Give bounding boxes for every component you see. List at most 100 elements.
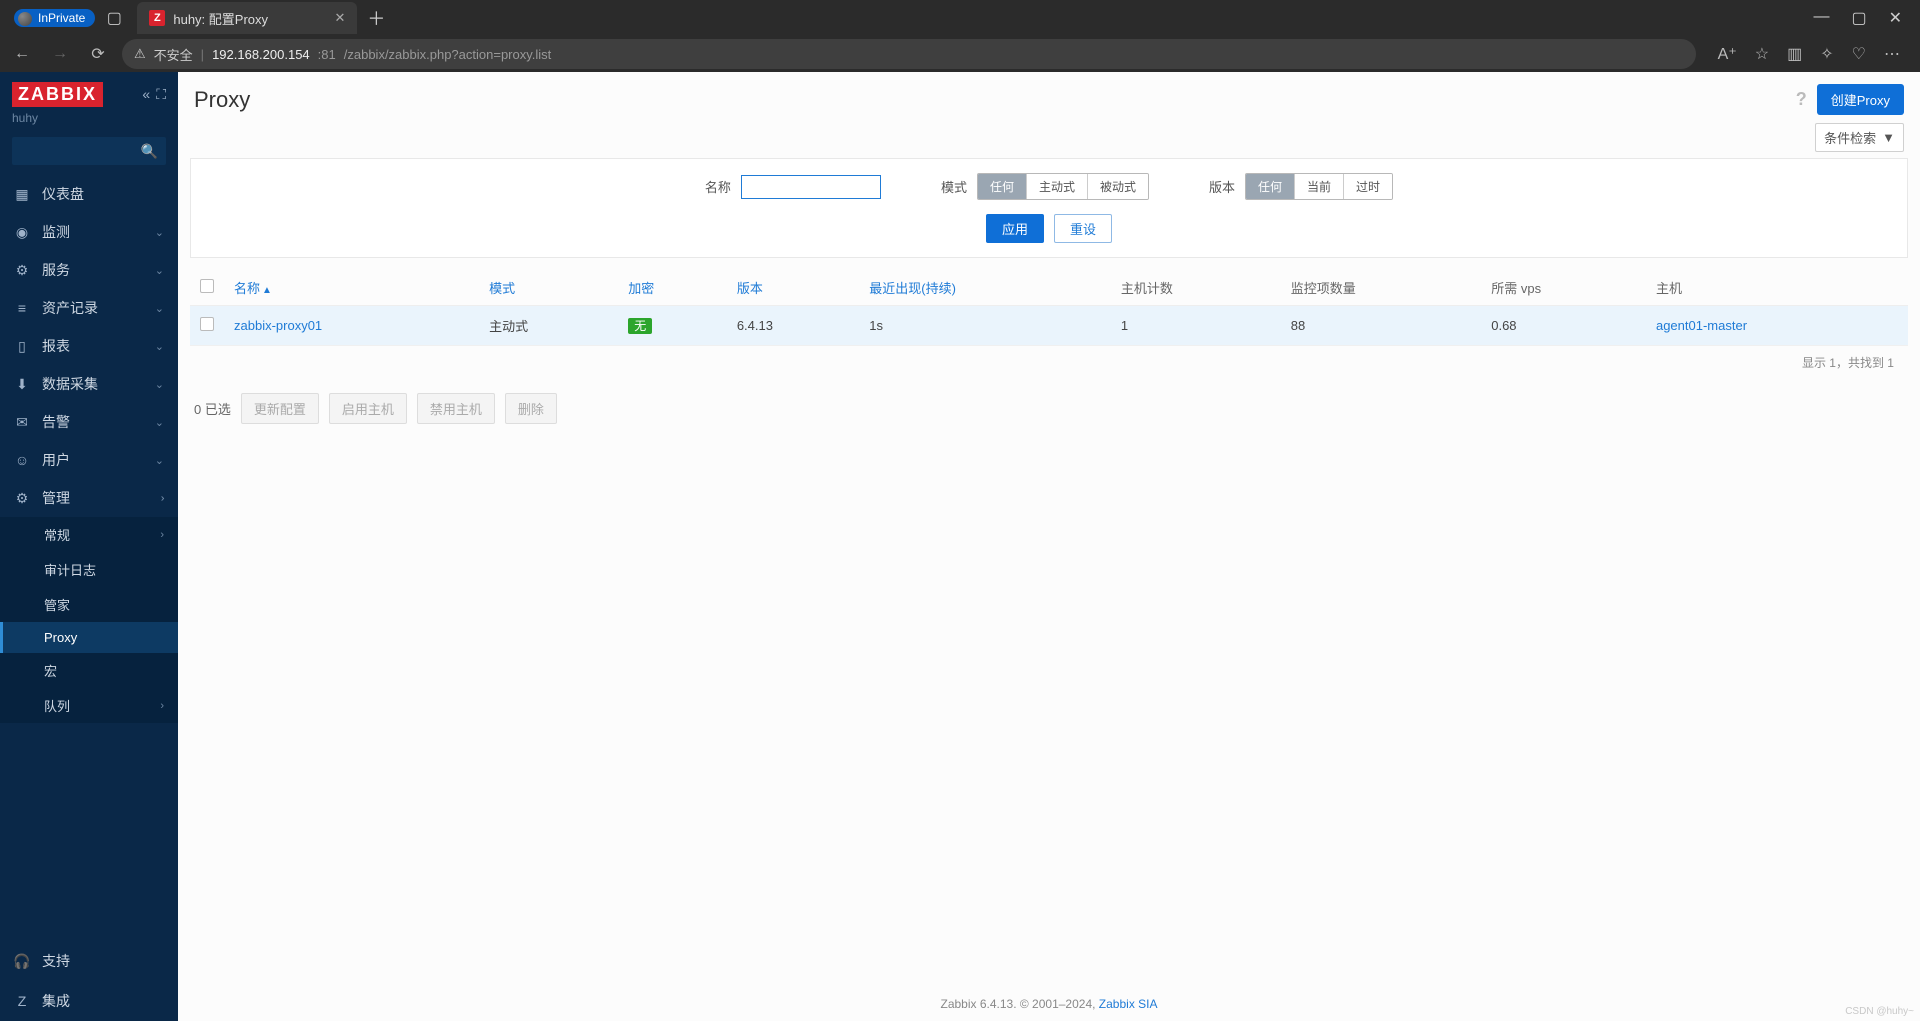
filter-toggle[interactable]: 条件检索 ▼ bbox=[1815, 123, 1904, 152]
titlebar: InPrivate ▢ Z huhy: 配置Proxy ✕ ＋ — ▢ ✕ bbox=[0, 0, 1920, 36]
nav-datacollection[interactable]: ⬇数据采集⌄ bbox=[0, 365, 178, 403]
subnav-proxy[interactable]: Proxy bbox=[0, 622, 178, 653]
nav-services[interactable]: ⚙服务⌄ bbox=[0, 251, 178, 289]
read-aloud-icon[interactable]: A⁺ bbox=[1718, 44, 1737, 64]
tabs-icon[interactable]: ▢ bbox=[105, 9, 123, 27]
nav-monitoring[interactable]: ◉监测⌄ bbox=[0, 213, 178, 251]
selected-count: 0 已选 bbox=[194, 399, 231, 418]
nav-label: 数据采集 bbox=[42, 374, 98, 394]
apply-button[interactable]: 应用 bbox=[986, 214, 1044, 243]
nav-label: 告警 bbox=[42, 412, 70, 432]
nav-label: 集成 bbox=[42, 991, 70, 1011]
bulk-delete-button: 删除 bbox=[505, 393, 557, 424]
version-current[interactable]: 当前 bbox=[1294, 174, 1343, 199]
inprivate-badge: InPrivate bbox=[14, 9, 95, 27]
filter-name-input[interactable] bbox=[741, 175, 881, 199]
nav-label: 支持 bbox=[42, 951, 70, 971]
subnav-queue[interactable]: 队列› bbox=[0, 688, 178, 723]
subnav-general[interactable]: 常规› bbox=[0, 517, 178, 552]
search-icon: 🔍 bbox=[141, 143, 158, 160]
nav-label: 监测 bbox=[42, 222, 70, 242]
create-proxy-button[interactable]: 创建Proxy bbox=[1817, 84, 1904, 115]
services-icon: ⚙ bbox=[14, 262, 30, 279]
select-all-checkbox[interactable] bbox=[200, 279, 214, 293]
url-field[interactable]: ⚠ 不安全 | 192.168.200.154:81/zabbix/zabbix… bbox=[122, 39, 1696, 69]
browser-tab[interactable]: Z huhy: 配置Proxy ✕ bbox=[137, 2, 357, 34]
cell-hostcount: 1 bbox=[1111, 306, 1281, 346]
filter-icon: ▼ bbox=[1882, 130, 1895, 145]
nav-label: 仪表盘 bbox=[42, 184, 84, 204]
page-title: Proxy bbox=[194, 87, 250, 113]
close-window-icon[interactable]: ✕ bbox=[1889, 8, 1902, 28]
headset-icon: 🎧 bbox=[14, 953, 30, 970]
menu-icon[interactable]: ⋯ bbox=[1884, 44, 1900, 64]
filter-mode-label: 模式 bbox=[941, 177, 967, 196]
mode-any[interactable]: 任何 bbox=[978, 174, 1026, 199]
chevron-down-icon: ⌄ bbox=[155, 454, 164, 467]
col-version[interactable]: 版本 bbox=[727, 270, 859, 306]
nav-integrations[interactable]: Z集成 bbox=[0, 981, 178, 1021]
proxy-table: 名称▲ 模式 加密 版本 最近出现(持续) 主机计数 监控项数量 所需 vps … bbox=[190, 270, 1908, 379]
mode-active[interactable]: 主动式 bbox=[1026, 174, 1087, 199]
chevron-down-icon: ⌄ bbox=[155, 340, 164, 353]
list-icon: ≡ bbox=[14, 300, 30, 316]
users-icon: ☺ bbox=[14, 452, 30, 468]
cell-mode: 主动式 bbox=[479, 306, 618, 346]
col-name[interactable]: 名称▲ bbox=[224, 270, 479, 306]
mail-icon: ✉ bbox=[14, 414, 30, 431]
new-tab-button[interactable]: ＋ bbox=[367, 5, 385, 31]
gear-icon: ⚙ bbox=[14, 490, 30, 507]
version-any[interactable]: 任何 bbox=[1246, 174, 1294, 199]
nav-users[interactable]: ☺ 用户 ⌄ bbox=[0, 441, 178, 479]
subnav-macros[interactable]: 宏 bbox=[0, 653, 178, 688]
col-encryption[interactable]: 加密 bbox=[618, 270, 727, 306]
help-icon[interactable]: ? bbox=[1796, 89, 1807, 110]
subnav-label: 常规 bbox=[44, 525, 70, 544]
collections-icon[interactable]: ▥ bbox=[1787, 44, 1802, 64]
footer-link[interactable]: Zabbix SIA bbox=[1099, 997, 1158, 1011]
sidebar-nav: ▦仪表盘 ◉ 监测 ⌄ ⚙服务⌄ ≡资产记录⌄ ▯报表⌄ ⬇数据采集⌄ ✉ 告警 ⌄ ☺… bbox=[0, 175, 178, 517]
col-mode[interactable]: 模式 bbox=[479, 270, 618, 306]
url-host: 192.168.200.154 bbox=[212, 47, 310, 62]
filter-version-label: 版本 bbox=[1209, 177, 1235, 196]
sidebar-search[interactable]: 🔍 bbox=[12, 137, 166, 165]
collapse-icon[interactable]: « bbox=[142, 86, 150, 103]
host-link[interactable]: agent01-master bbox=[1656, 318, 1747, 333]
reset-button[interactable]: 重设 bbox=[1054, 214, 1112, 243]
close-icon[interactable]: ✕ bbox=[324, 10, 345, 26]
version-outdated[interactable]: 过时 bbox=[1343, 174, 1392, 199]
browser-chrome: InPrivate ▢ Z huhy: 配置Proxy ✕ ＋ — ▢ ✕ ← … bbox=[0, 0, 1920, 72]
nav-admin[interactable]: ⚙管理⌃ bbox=[0, 479, 178, 517]
fullscreen-out-icon[interactable]: ⛶ bbox=[156, 86, 166, 103]
reload-icon[interactable]: ⟳ bbox=[84, 44, 112, 64]
cell-vps: 0.68 bbox=[1481, 306, 1646, 346]
col-lastseen[interactable]: 最近出现(持续) bbox=[859, 270, 1111, 306]
back-icon[interactable]: ← bbox=[8, 45, 36, 63]
nav-dashboard[interactable]: ▦仪表盘 bbox=[0, 175, 178, 213]
insecure-label: 不安全 bbox=[154, 45, 193, 64]
nav-label: 用户 bbox=[42, 450, 70, 470]
extensions-icon[interactable]: ✧ bbox=[1820, 44, 1833, 64]
minimize-icon[interactable]: — bbox=[1813, 8, 1829, 28]
bulk-disable-button: 禁用主机 bbox=[417, 393, 495, 424]
insecure-icon: ⚠ bbox=[134, 46, 146, 62]
proxy-name-link[interactable]: zabbix-proxy01 bbox=[234, 318, 322, 333]
performance-icon[interactable]: ♡ bbox=[1852, 44, 1866, 64]
nav-reports[interactable]: ▯报表⌄ bbox=[0, 327, 178, 365]
sidebar: ZABBIX « ⛶ huhy 🔍 ▦仪表盘 ◉监测⌄ ⚙服务⌄ ≡资产记录⌄ … bbox=[0, 72, 178, 1021]
maximize-icon[interactable]: ▢ bbox=[1851, 8, 1866, 28]
nav-alerts[interactable]: ✉告警⌄ bbox=[0, 403, 178, 441]
favorite-icon[interactable]: ☆ bbox=[1755, 44, 1769, 64]
bulk-actions: 0 已选 更新配置 启用主机 禁用主机 删除 bbox=[178, 379, 1920, 438]
nav-support[interactable]: 🎧 支持 bbox=[0, 941, 178, 981]
zabbix-logo[interactable]: ZABBIX bbox=[12, 82, 103, 107]
eye-icon: ◉ bbox=[14, 224, 30, 241]
subnav-audit[interactable]: 审计日志 bbox=[0, 552, 178, 587]
mode-passive[interactable]: 被动式 bbox=[1087, 174, 1148, 199]
row-checkbox[interactable] bbox=[200, 317, 214, 331]
zabbix-favicon: Z bbox=[149, 10, 165, 26]
col-vps: 所需 vps bbox=[1481, 270, 1646, 306]
subnav-housekeeping[interactable]: 管家 bbox=[0, 587, 178, 622]
col-itemcount: 监控项数量 bbox=[1281, 270, 1482, 306]
nav-inventory[interactable]: ≡资产记录⌄ bbox=[0, 289, 178, 327]
